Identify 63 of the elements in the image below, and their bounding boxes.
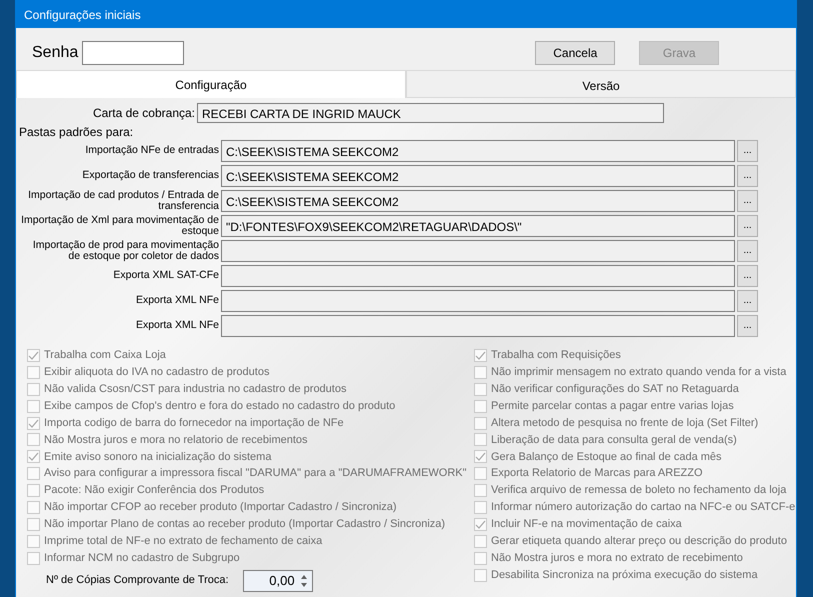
checkbox-label: Trabalha com Caixa Loja [44, 348, 166, 364]
checkbox-label: Não Mostra juros e mora no relatorio de recebimentos [44, 432, 308, 448]
field-label: Exporta XML NFe [134, 295, 220, 306]
folder-path-field[interactable] [221, 314, 735, 336]
checkbox-label: Trabalha com Requisições [491, 348, 621, 364]
browse-button[interactable]: ... [737, 140, 758, 162]
browse-button[interactable]: ... [737, 214, 758, 236]
folder-path-field[interactable]: C:\SEEK\SISTEMA SEEKCOM2 [221, 164, 735, 186]
field-label: Exporta XML NFe [134, 320, 220, 331]
checkbox-label: Informar NCM no cadastro de Subgrupo [44, 550, 240, 566]
browse-button[interactable]: ... [737, 164, 758, 186]
browse-button[interactable]: ... [737, 240, 758, 262]
checkbox-label: Importa codigo de barra do fornecedor na importação de NFe [44, 416, 344, 431]
checkbox-label: Gera Balanço de Estoque ao final de cada mês [491, 450, 722, 465]
tab[interactable]: Versão [406, 70, 796, 98]
checkbox-label: Não imprimir mensagem no extrato quando venda for a vista [491, 365, 786, 380]
browse-button[interactable]: ... [737, 190, 758, 212]
checkbox-label: Liberação de data para consulta geral de venda(s) [491, 432, 737, 448]
checkbox-label: Imprime total de NF-e no extrato de fechamento de caixa [44, 534, 322, 549]
browse-button[interactable]: ... [737, 290, 758, 312]
folder-path-field[interactable]: "D:\FONTES\FOX9\SEEKCOM2\RETAGUAR\DADOS\" [221, 214, 735, 236]
checkbox-label: Não verificar configurações do SAT no Retaguarda [491, 382, 739, 397]
checkbox-label: Não valida Csosn/CST para industria no cadastro de produtos [44, 382, 346, 397]
checkbox-label: Não importar CFOP ao receber produto (Importar Cadastro / Sincroniza) [44, 500, 397, 516]
checkbox-label: Não Mostra juros e mora no extrato de recebimento [491, 550, 743, 566]
field-label: Exportação de transferencias [81, 170, 220, 181]
folder-path-field[interactable]: C:\SEEK\SISTEMA SEEKCOM2 [221, 190, 735, 212]
folder-path-field[interactable] [221, 240, 735, 262]
tab[interactable]: Configuração [16, 70, 406, 98]
window-title: Configurações iniciais [16, 1, 796, 28]
folder-path-field[interactable] [221, 264, 735, 286]
folder-path-field[interactable]: C:\SEEK\SISTEMA SEEKCOM2 [221, 140, 735, 162]
checkbox-label: Informar número autorização do cartao na NFC-e ou SATCF-e [491, 500, 796, 516]
billing-letter-label: Carta de cobrança: [92, 108, 196, 118]
field-label: Importação de cad produtos / Entrada de transferencia [27, 190, 220, 211]
checkbox-label: Verifica arquivo de remessa de boleto no fechamento da loja [491, 483, 786, 498]
checkbox-label: Pacote: Não exigir Conferência dos Produtos [44, 483, 264, 498]
checkbox-label: Não importar Plano de contas ao receber produto (Importar Cadastro / Sincroniza) [44, 517, 446, 532]
copies-spinner[interactable]: 0,00 [242, 570, 313, 592]
checkbox-label: Aviso para configurar a impressora fiscal "DARUMA" para a "DARUMAFRAMEWORK" [44, 466, 467, 482]
cancel-button[interactable]: Cancela [535, 41, 616, 65]
checkbox-label: Desabilita Sincroniza na próxima execução do sistema [491, 568, 758, 583]
checkbox-label: Exporta Relatorio de Marcas para AREZZO [491, 466, 703, 482]
field-label: Importação de Xml para movimentação de estoque [21, 215, 220, 236]
field-label: Importação NFe de entradas [84, 145, 220, 156]
checkbox-label: Permite parcelar contas a pagar entre varias lojas [491, 398, 734, 414]
field-label: Importação de prod para movimentação de estoque por coletor de dados [32, 240, 220, 261]
browse-button[interactable]: ... [737, 314, 758, 336]
billing-letter-field[interactable]: RECEBI CARTA DE INGRID MAUCK [197, 103, 664, 123]
folder-path-field[interactable] [221, 290, 735, 312]
spinner-value: 0,00 [268, 572, 296, 590]
password-field[interactable] [82, 41, 184, 65]
checkbox-label: Exibe campos de Cfop's dentro e fora do estado no cadastro do produto [44, 398, 396, 414]
checkbox-label: Emite aviso sonoro na inicialização do sistema [44, 450, 272, 465]
checkbox-label: Exibir aliquota do IVA no cadastro de produtos [44, 365, 270, 380]
password-label: Senha [32, 43, 78, 63]
checkbox-label: Gerar etiqueta quando alterar preço ou descrição do produto [491, 534, 787, 549]
checkbox-label: Incluir NF-e na movimentação de caixa [491, 517, 682, 532]
checkbox-label: Altera metodo de pesquisa no frente de loja (Set Filter) [491, 416, 758, 431]
field-label: Exporta XML SAT-CFe [112, 270, 220, 281]
browse-button[interactable]: ... [737, 264, 758, 286]
copies-label: Nº de Cópias Comprovante de Troca: [46, 573, 229, 588]
folders-heading: Pastas padrões para: [18, 125, 134, 138]
